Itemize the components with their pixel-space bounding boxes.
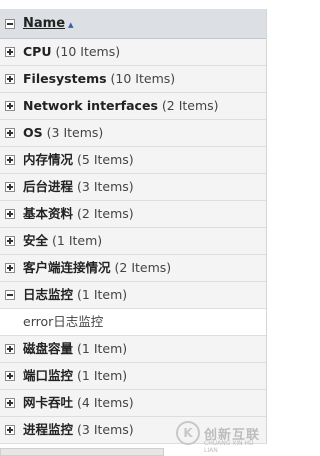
- expand-icon[interactable]: [5, 74, 15, 84]
- tree-row-log-monitoring[interactable]: 日志监控 (1 Item): [0, 282, 266, 309]
- expand-icon[interactable]: [5, 101, 15, 111]
- expand-icon[interactable]: [5, 344, 15, 354]
- watermark-logo-icon: K: [176, 421, 200, 445]
- watermark-subtext: CHUANG XIN HU LIAN: [204, 440, 254, 454]
- tree-row-network-interfaces[interactable]: Network interfaces (2 Items): [0, 93, 266, 120]
- expand-icon[interactable]: [5, 209, 15, 219]
- item-count: (10 Items): [55, 44, 121, 59]
- group-name: Network interfaces: [23, 98, 158, 113]
- expand-icon[interactable]: [5, 47, 15, 57]
- group-name: 日志监控: [23, 287, 74, 302]
- tree-row-basic-info[interactable]: 基本资料 (2 Items): [0, 201, 266, 228]
- group-name: CPU: [23, 44, 52, 59]
- group-name: 端口监控: [23, 368, 74, 383]
- expand-icon[interactable]: [5, 182, 15, 192]
- expand-icon[interactable]: [5, 398, 15, 408]
- group-name: 进程监控: [23, 422, 74, 437]
- group-name: 安全: [23, 233, 49, 248]
- tree-row-client-connections[interactable]: 客户端连接情况 (2 Items): [0, 255, 266, 282]
- name-column-header[interactable]: Name: [23, 9, 65, 38]
- expand-icon[interactable]: [5, 128, 15, 138]
- group-name: 客户端连接情况: [23, 260, 111, 275]
- item-count: (3 Items): [46, 125, 104, 140]
- expand-icon[interactable]: [5, 425, 15, 435]
- group-name: 网卡吞吐: [23, 395, 74, 410]
- item-count: (4 Items): [77, 395, 134, 410]
- tree-row-nic-throughput[interactable]: 网卡吞吐 (4 Items): [0, 390, 266, 417]
- tree-row-cpu[interactable]: CPU (10 Items): [0, 39, 266, 66]
- expand-icon[interactable]: [5, 155, 15, 165]
- tree-row-security[interactable]: 安全 (1 Item): [0, 228, 266, 255]
- tree-row-memory[interactable]: 内存情况 (5 Items): [0, 147, 266, 174]
- tree-leaf-error-log-monitor[interactable]: error日志监控: [0, 309, 266, 336]
- watermark: K 创新互联 CHUANG XIN HU LIAN: [176, 418, 260, 454]
- watermark-mark: K: [183, 426, 193, 440]
- tree-grid: Name ▴ CPU (10 Items) Filesystems (10 Item…: [0, 9, 267, 444]
- sort-ascending-icon[interactable]: ▴: [68, 10, 74, 39]
- item-count: (3 Items): [77, 422, 134, 437]
- collapse-icon[interactable]: [5, 290, 15, 300]
- group-name: OS: [23, 125, 43, 140]
- group-name: 基本资料: [23, 206, 74, 221]
- tree-row-port-monitoring[interactable]: 端口监控 (1 Item): [0, 363, 266, 390]
- group-name: 磁盘容量: [23, 341, 74, 356]
- tree-row-os[interactable]: OS (3 Items): [0, 120, 266, 147]
- item-count: (1 Item): [52, 233, 103, 248]
- item-count: (2 Items): [161, 98, 219, 113]
- expand-icon[interactable]: [5, 236, 15, 246]
- item-count: (2 Items): [77, 206, 134, 221]
- item-count: (5 Items): [77, 152, 134, 167]
- expand-icon[interactable]: [5, 371, 15, 381]
- item-count: (10 Items): [110, 71, 176, 86]
- collapse-all-icon[interactable]: [5, 19, 15, 29]
- group-name: 后台进程: [23, 179, 74, 194]
- tree-row-disk-capacity[interactable]: 磁盘容量 (1 Item): [0, 336, 266, 363]
- leaf-name: error日志监控: [23, 314, 104, 329]
- item-count: (2 Items): [114, 260, 172, 275]
- item-count: (1 Item): [77, 341, 128, 356]
- horizontal-scrollbar[interactable]: [0, 448, 164, 456]
- group-name: 内存情况: [23, 152, 74, 167]
- group-name: Filesystems: [23, 71, 107, 86]
- item-count: (1 Item): [77, 368, 128, 383]
- tree-row-filesystems[interactable]: Filesystems (10 Items): [0, 66, 266, 93]
- expand-icon[interactable]: [5, 263, 15, 273]
- item-count: (3 Items): [77, 179, 134, 194]
- tree-row-background-processes[interactable]: 后台进程 (3 Items): [0, 174, 266, 201]
- item-count: (1 Item): [77, 287, 128, 302]
- column-header: Name ▴: [0, 9, 266, 39]
